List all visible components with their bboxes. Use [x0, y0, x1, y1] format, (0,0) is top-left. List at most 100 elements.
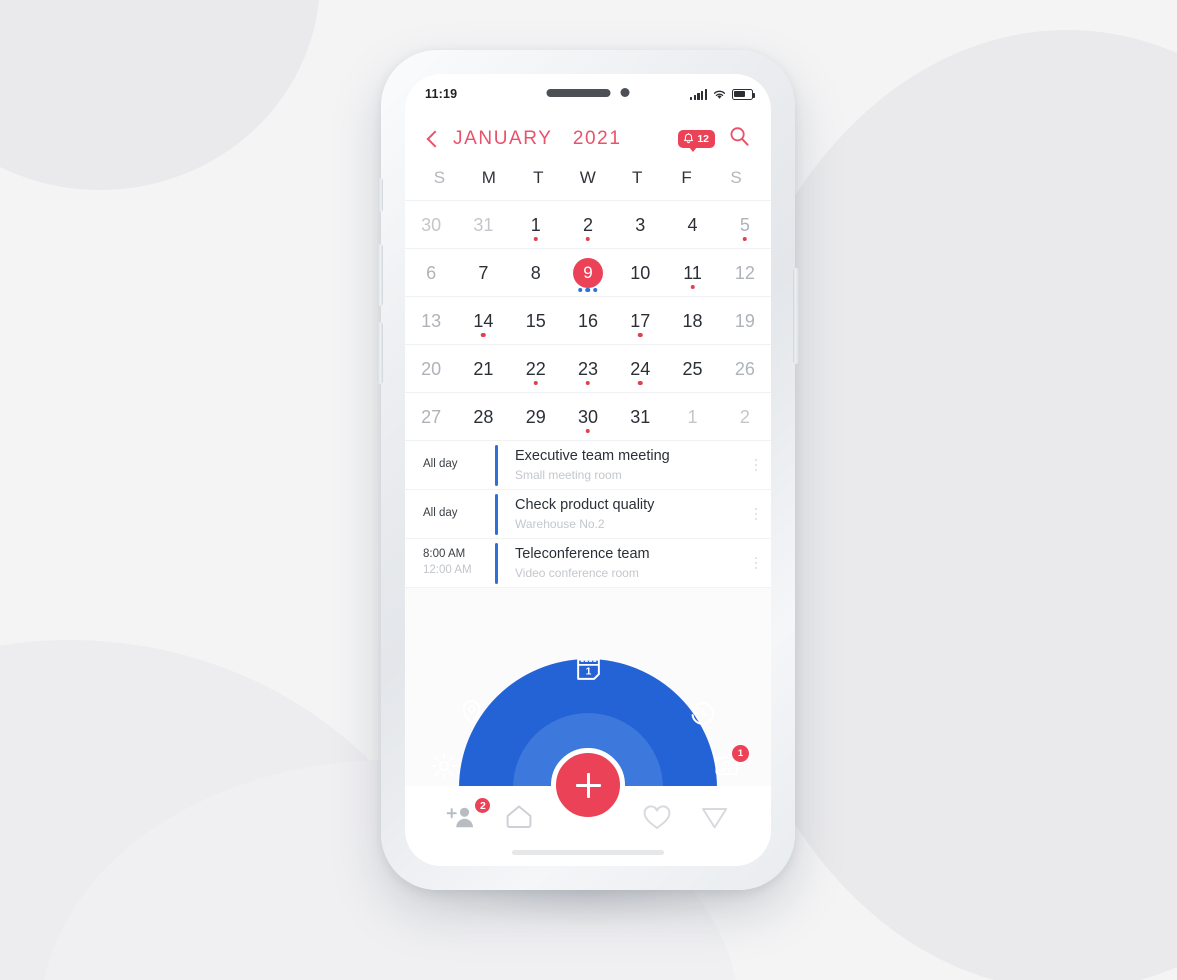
- phone-power-button[interactable]: [793, 268, 799, 364]
- calendar-day-number: 29: [525, 406, 546, 427]
- calendar-day-number: 31: [473, 214, 494, 235]
- calendar-day-number: 17: [630, 310, 651, 331]
- calendar-day-14[interactable]: 14: [457, 297, 509, 344]
- calendar-week-row: 6 7 8 9 10 11 12: [405, 249, 771, 297]
- calendar-day-17[interactable]: 17: [614, 297, 666, 344]
- fan-item-calendar[interactable]: 1: [574, 654, 603, 683]
- event-time-primary: 8:00 AM: [423, 548, 466, 561]
- more-vertical-icon[interactable]: [741, 556, 771, 570]
- cellular-signal-icon: [690, 88, 707, 100]
- calendar-day-12[interactable]: 12: [719, 249, 771, 296]
- calendar-day-8[interactable]: 8: [510, 249, 562, 296]
- nav-item-home[interactable]: [490, 803, 547, 831]
- phone-notch: [546, 88, 630, 97]
- calendar-day-25[interactable]: 25: [666, 345, 718, 392]
- calendar-day-number: 4: [687, 214, 698, 235]
- calendar-week-row: 13 14 15 16 17 18 19: [405, 297, 771, 345]
- calendar-day-30[interactable]: 30: [405, 201, 457, 248]
- weekday-label-6: S: [730, 168, 743, 187]
- brightness-sun-icon: [431, 753, 457, 779]
- calendar-week-row: 30 31 1 2 3 4 5: [405, 201, 771, 249]
- back-chevron-icon[interactable]: [425, 131, 441, 147]
- event-row[interactable]: 8:00 AM 12:00 AM Teleconference team Video …: [405, 539, 771, 588]
- weekday-label-0: S: [433, 168, 446, 187]
- svg-text:1: 1: [586, 667, 592, 678]
- calendar-day-1[interactable]: 1: [510, 201, 562, 248]
- calendar-day-number: 26: [734, 358, 755, 379]
- calendar-day-9[interactable]: 9: [562, 249, 614, 296]
- add-event-fab[interactable]: [551, 748, 625, 822]
- calendar-day-number: 30: [577, 406, 598, 427]
- event-dot: [533, 236, 538, 241]
- fan-item-history[interactable]: [688, 699, 717, 728]
- event-dot: [585, 236, 591, 241]
- battery-icon: [732, 88, 756, 100]
- home-indicator[interactable]: [512, 850, 664, 855]
- calendar-day-15[interactable]: 15: [510, 297, 562, 344]
- calendar-day-number: 28: [473, 406, 494, 427]
- calendar-day-22[interactable]: 22: [510, 345, 562, 392]
- calendar-day-number: 13: [421, 310, 442, 331]
- phone-volume-down-button[interactable]: [377, 322, 383, 384]
- calendar-day-2[interactable]: 2: [562, 201, 614, 248]
- notifications-button[interactable]: 12: [678, 130, 715, 152]
- event-row[interactable]: All day Check product quality Warehouse No…: [405, 490, 771, 539]
- calendar-day-10[interactable]: 10: [614, 249, 666, 296]
- calendar-day-19[interactable]: 19: [719, 297, 771, 344]
- calendar-day-29[interactable]: 29: [510, 393, 562, 440]
- calendar-day-24[interactable]: 24: [614, 345, 666, 392]
- more-vertical-icon[interactable]: [741, 507, 771, 521]
- nav-item-favorites[interactable]: [628, 804, 685, 831]
- calendar-day-27[interactable]: 27: [405, 393, 457, 440]
- nav-item-add-person[interactable]: 2: [433, 796, 493, 830]
- fan-item-brightness[interactable]: [430, 752, 458, 780]
- calendar-day-20[interactable]: 20: [405, 345, 457, 392]
- calendar-day-1[interactable]: 1: [666, 393, 718, 440]
- event-time-primary: All day: [423, 507, 458, 520]
- phone-volume-up-button[interactable]: [377, 244, 383, 306]
- calendar-day-6[interactable]: 6: [405, 249, 457, 296]
- calendar-day-number: 2: [739, 406, 750, 427]
- more-vertical-icon[interactable]: [741, 458, 771, 472]
- calendar-day-21[interactable]: 21: [457, 345, 509, 392]
- calendar-day-30[interactable]: 30: [562, 393, 614, 440]
- fan-item-photo-contact[interactable]: 1: [713, 745, 749, 778]
- fan-item-location[interactable]: [459, 699, 484, 728]
- calendar-day-number: 18: [682, 310, 703, 331]
- calendar-day-5[interactable]: 5: [719, 201, 771, 248]
- calendar-day-26[interactable]: 26: [719, 345, 771, 392]
- calendar-day-number: 3: [635, 214, 646, 235]
- calendar-day-28[interactable]: 28: [457, 393, 509, 440]
- calendar-day-4[interactable]: 4: [666, 201, 718, 248]
- weekday-label-3: W: [579, 168, 597, 187]
- nav-item-send[interactable]: [686, 804, 743, 831]
- calendar-day-number: 30: [421, 214, 442, 235]
- calendar-day-16[interactable]: 16: [562, 297, 614, 344]
- calendar-day-number: 31: [630, 406, 651, 427]
- event-dot: [690, 284, 695, 289]
- calendar-day-31[interactable]: 31: [614, 393, 666, 440]
- search-button[interactable]: [728, 125, 751, 153]
- calendar-day-number: 16: [577, 310, 598, 331]
- calendar-day-11[interactable]: 11: [666, 249, 718, 296]
- event-row[interactable]: All day Executive team meeting Small meeti…: [405, 441, 771, 490]
- calendar-day-31[interactable]: 31: [457, 201, 509, 248]
- calendar-day-7[interactable]: 7: [457, 249, 509, 296]
- calendar-day-3[interactable]: 3: [614, 201, 666, 248]
- calendar-grid: 30 31 1 2 3 4 5 6 7 8 9 10 11 12 13 14 15 16 17 18 19 20 21 22 2…: [405, 200, 771, 441]
- calendar-day-18[interactable]: 18: [666, 297, 718, 344]
- phone-silent-switch[interactable]: [378, 178, 383, 212]
- header-year: 2021: [572, 128, 622, 149]
- calendar-day-13[interactable]: 13: [405, 297, 457, 344]
- calendar-day-number: 25: [682, 358, 703, 379]
- weekday-label-5: F: [681, 168, 693, 187]
- event-dot: [638, 332, 643, 337]
- wifi-icon: [713, 90, 726, 99]
- calendar-day-number: 2: [582, 214, 593, 235]
- calendar-week-row: 20 21 22 23 24 25 26: [405, 345, 771, 393]
- event-location: Warehouse No.2: [515, 516, 605, 531]
- calendar-day-23[interactable]: 23: [562, 345, 614, 392]
- calendar-day-number: 5: [739, 214, 750, 235]
- calendar-day-2[interactable]: 2: [719, 393, 771, 440]
- background-blob-top-left: [0, 0, 320, 190]
